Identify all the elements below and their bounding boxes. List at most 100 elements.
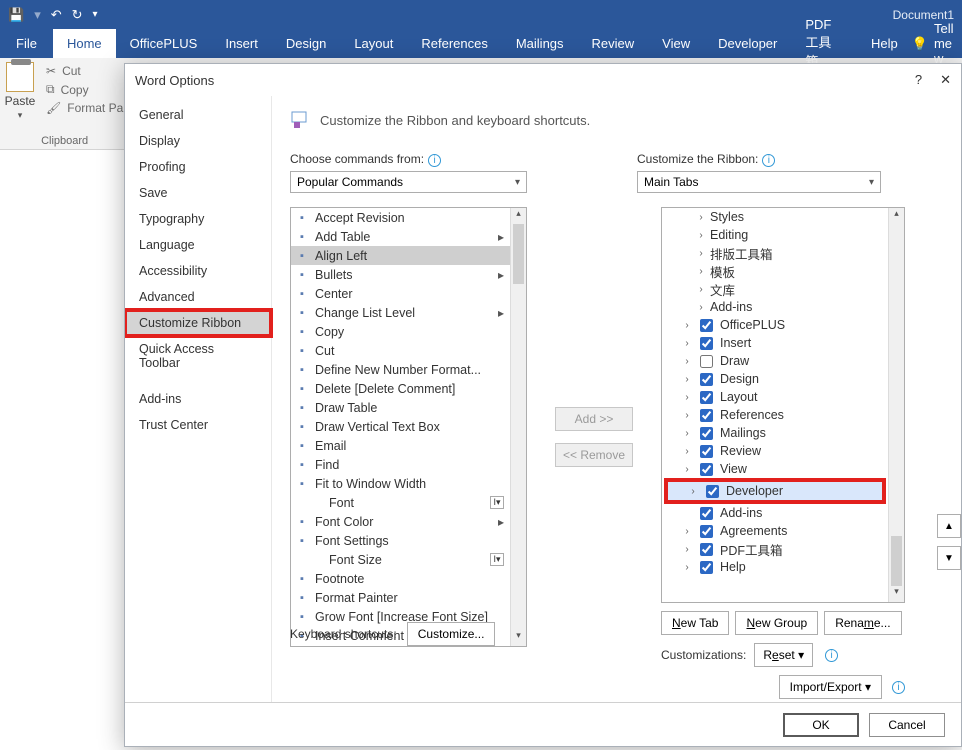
tree-item[interactable]: ›PDF工具箱 [662, 540, 888, 558]
tree-checkbox[interactable] [700, 561, 713, 574]
command-item[interactable]: ▪Add Table▸ [291, 227, 510, 246]
tree-item[interactable]: ›Developer [668, 482, 882, 500]
scroll-down-icon[interactable]: ▾ [889, 586, 904, 602]
expand-icon[interactable]: › [682, 356, 692, 367]
tab-mailings[interactable]: Mailings [502, 29, 578, 58]
expand-icon[interactable]: › [682, 428, 692, 439]
nav-advanced[interactable]: Advanced [125, 284, 271, 310]
commands-listbox[interactable]: ▪Accept Revision▪Add Table▸▪Align Left▪B… [290, 207, 527, 647]
command-item[interactable]: ▪FontI▾ [291, 493, 510, 512]
command-item[interactable]: ▪Bullets▸ [291, 265, 510, 284]
close-icon[interactable]: ✕ [940, 72, 951, 88]
tab-officeplus[interactable]: OfficePLUS [116, 29, 212, 58]
chevron-down-icon[interactable]: ▾ [18, 110, 23, 121]
undo-icon[interactable]: ↶ [51, 7, 62, 23]
nav-language[interactable]: Language [125, 232, 271, 258]
command-item[interactable]: ▪Draw Vertical Text Box [291, 417, 510, 436]
tree-checkbox[interactable] [700, 337, 713, 350]
scroll-thumb[interactable] [513, 224, 524, 284]
command-item[interactable]: ▪Draw Table [291, 398, 510, 417]
expand-icon[interactable]: › [682, 392, 692, 403]
tree-item[interactable]: ›Editing [662, 226, 888, 244]
tree-item[interactable]: ›Review [662, 442, 888, 460]
command-item[interactable]: ▪Cut [291, 341, 510, 360]
info-icon[interactable]: i [825, 649, 838, 662]
expand-icon[interactable]: › [696, 248, 706, 259]
copy-button[interactable]: ⧉Copy [40, 80, 129, 99]
tree-checkbox[interactable] [700, 445, 713, 458]
tree-checkbox[interactable] [700, 427, 713, 440]
tree-item[interactable]: ›文库 [662, 280, 888, 298]
expand-icon[interactable]: › [696, 212, 706, 223]
command-item[interactable]: ▪Change List Level▸ [291, 303, 510, 322]
info-icon[interactable]: i [892, 681, 905, 694]
new-group-button[interactable]: New Group [735, 611, 818, 635]
nav-addins[interactable]: Add-ins [125, 386, 271, 412]
expand-icon[interactable]: › [682, 374, 692, 385]
command-item[interactable]: ▪Fit to Window Width [291, 474, 510, 493]
nav-qat[interactable]: Quick Access Toolbar [125, 336, 271, 376]
tree-item[interactable]: ›Styles [662, 208, 888, 226]
tab-references[interactable]: References [407, 29, 501, 58]
redo-icon[interactable]: ↻ [72, 7, 83, 23]
nav-save[interactable]: Save [125, 180, 271, 206]
tree-checkbox[interactable] [700, 319, 713, 332]
command-item[interactable]: ▪Font SizeI▾ [291, 550, 510, 569]
info-icon[interactable]: i [428, 154, 441, 167]
command-item[interactable]: ▪Define New Number Format... [291, 360, 510, 379]
tab-file[interactable]: File [0, 29, 53, 58]
cancel-button[interactable]: Cancel [869, 713, 945, 737]
expand-icon[interactable]: › [682, 410, 692, 421]
tab-view[interactable]: View [648, 29, 704, 58]
tree-item[interactable]: ›排版工具箱 [662, 244, 888, 262]
scroll-up-icon[interactable]: ▴ [511, 208, 526, 224]
nav-general[interactable]: General [125, 102, 271, 128]
tree-item[interactable]: ›References [662, 406, 888, 424]
tree-item[interactable]: ›OfficePLUS [662, 316, 888, 334]
command-item[interactable]: ▪Center [291, 284, 510, 303]
customize-shortcuts-button[interactable]: Customize... [407, 622, 496, 646]
cut-button[interactable]: ✂Cut [40, 62, 129, 80]
tab-home[interactable]: Home [53, 29, 116, 58]
expand-icon[interactable]: › [682, 338, 692, 349]
command-item[interactable]: ▪Font Settings [291, 531, 510, 550]
tab-developer[interactable]: Developer [704, 29, 791, 58]
qat-dropdown-icon[interactable]: ▾ [93, 9, 98, 20]
tree-checkbox[interactable] [700, 373, 713, 386]
ok-button[interactable]: OK [783, 713, 859, 737]
tree-item[interactable]: ›Draw [662, 352, 888, 370]
tab-insert[interactable]: Insert [211, 29, 272, 58]
tree-item[interactable]: ›模板 [662, 262, 888, 280]
choose-commands-combo[interactable]: Popular Commands▾ [290, 171, 527, 193]
tree-item[interactable]: ›View [662, 460, 888, 478]
tree-checkbox[interactable] [700, 391, 713, 404]
command-item[interactable]: ▪Delete [Delete Comment] [291, 379, 510, 398]
scroll-down-icon[interactable]: ▾ [511, 630, 526, 646]
tree-checkbox[interactable] [700, 409, 713, 422]
add-button[interactable]: Add >> [555, 407, 633, 431]
tree-item[interactable]: ›Design [662, 370, 888, 388]
tree-item[interactable]: Add-ins [662, 504, 888, 522]
expand-icon[interactable]: › [682, 544, 692, 555]
move-up-button[interactable]: ▲ [937, 514, 961, 538]
command-item[interactable]: ▪Accept Revision [291, 208, 510, 227]
save-icon[interactable]: 💾 [8, 7, 24, 23]
tree-checkbox[interactable] [700, 355, 713, 368]
tab-help[interactable]: Help [857, 29, 912, 58]
tree-item[interactable]: ›Mailings [662, 424, 888, 442]
scroll-up-icon[interactable]: ▴ [889, 208, 904, 224]
help-icon[interactable]: ? [915, 72, 922, 88]
ribbon-tree[interactable]: ›Styles›Editing›排版工具箱›模板›文库›Add-ins›Offi… [661, 207, 905, 603]
expand-icon[interactable]: › [696, 284, 706, 295]
command-item[interactable]: ▪Footnote [291, 569, 510, 588]
import-export-button[interactable]: Import/Export ▾ [779, 675, 882, 699]
tree-checkbox[interactable] [700, 543, 713, 556]
expand-icon[interactable]: › [682, 446, 692, 457]
scroll-thumb[interactable] [891, 536, 902, 586]
move-down-button[interactable]: ▼ [937, 546, 961, 570]
tree-checkbox[interactable] [706, 485, 719, 498]
expand-icon[interactable]: › [682, 320, 692, 331]
tree-item[interactable]: ›Insert [662, 334, 888, 352]
command-item[interactable]: ▪Copy [291, 322, 510, 341]
command-item[interactable]: ▪Format Painter [291, 588, 510, 607]
